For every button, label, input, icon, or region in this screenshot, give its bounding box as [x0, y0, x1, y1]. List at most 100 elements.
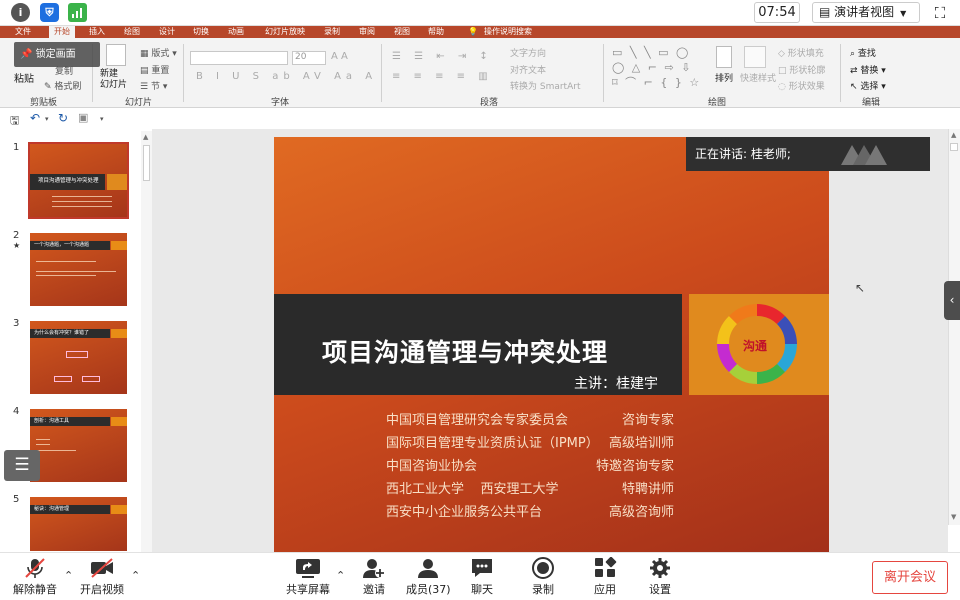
shape-outline-label: 形状轮廓: [789, 66, 826, 76]
font-name-field[interactable]: [190, 51, 288, 65]
select-icon: ↖: [850, 82, 861, 92]
shape-outline-button[interactable]: □ 形状轮廓: [778, 63, 825, 76]
scroll-thumb[interactable]: [950, 143, 958, 151]
menu-file[interactable]: 文件: [15, 26, 31, 38]
redo-icon[interactable]: ↻: [58, 111, 68, 125]
reset-icon: ▤: [140, 66, 152, 76]
lock-screen-button[interactable]: 📌 锁定画面: [14, 42, 100, 67]
undo-icon[interactable]: ↶: [30, 111, 40, 125]
font-size-field[interactable]: 20: [292, 51, 326, 65]
side-panel-toggle-icon[interactable]: ‹: [944, 281, 960, 320]
thumbnail-scrollbar[interactable]: ▲: [141, 131, 152, 552]
invite-button[interactable]: 邀请: [362, 557, 386, 597]
thumbnail-number: 3: [13, 318, 20, 329]
current-slide[interactable]: 项目沟通管理与冲突处理 主讲：桂建宇 沟通 中国项目管理研究会专家委员会 咨询专…: [274, 137, 829, 552]
arrange-button[interactable]: 排列: [715, 71, 733, 84]
menu-insert[interactable]: 插入: [89, 26, 105, 38]
record-button[interactable]: 录制: [531, 557, 555, 597]
new-slide-icon[interactable]: [106, 44, 126, 66]
align-text-button[interactable]: 对齐文本: [510, 63, 546, 76]
select-button[interactable]: ↖ 选择 ▾: [850, 79, 886, 92]
format-painter-button[interactable]: ✎ 格式刷: [44, 79, 81, 92]
scroll-down-arrow-icon[interactable]: ▼: [951, 513, 956, 521]
replace-button[interactable]: ⇄ 替换 ▾: [850, 63, 886, 76]
shape-effects-button[interactable]: ◌ 形状效果: [778, 79, 825, 92]
menu-record[interactable]: 录制: [324, 26, 340, 38]
credential-role: 咨询专家: [622, 413, 675, 428]
text-direction-button[interactable]: 文字方向: [510, 46, 546, 59]
font-grow-icon[interactable]: A A: [331, 51, 348, 62]
video-options-caret-icon[interactable]: ⌃: [131, 569, 140, 582]
menu-design[interactable]: 设计: [159, 26, 175, 38]
presenter-view-dropdown[interactable]: ▤ 演讲者视图 ▼: [812, 2, 920, 23]
slide-scrollbar[interactable]: ▲ ▼: [948, 129, 960, 525]
slide-thumbnail-4[interactable]: 剖析：沟通工具: [30, 409, 127, 482]
apps-button[interactable]: 应用: [593, 557, 617, 597]
menu-transitions[interactable]: 切换: [193, 26, 209, 38]
settings-button[interactable]: 设置: [648, 557, 672, 597]
list-icons[interactable]: ☰ ☰ ⇤ ⇥ ↕: [392, 51, 493, 62]
signal-strength-icon[interactable]: [68, 3, 87, 22]
credential-org: 西安中小企业服务公共平台: [386, 505, 543, 520]
members-button[interactable]: 成员(37): [406, 557, 451, 597]
menu-draw[interactable]: 绘图: [124, 26, 140, 38]
unmute-button[interactable]: 解除静音: [13, 557, 57, 597]
menu-review[interactable]: 审阅: [359, 26, 375, 38]
font-format-icons[interactable]: B I U S ab AV Aa A: [196, 71, 377, 82]
replace-icon: ⇄: [850, 66, 861, 76]
thumb-text-line: [36, 275, 96, 276]
slide-thumbnail-1[interactable]: 项目沟通管理与冲突处理: [28, 142, 129, 219]
start-video-button[interactable]: 开启视频: [80, 557, 124, 597]
thumb-diagram-box: [66, 351, 88, 358]
quick-styles-button[interactable]: 快速样式: [740, 71, 776, 84]
credential-role: 特邀咨询专家: [596, 459, 675, 474]
find-button[interactable]: ⌕ 查找: [850, 46, 876, 59]
paste-button[interactable]: 粘贴: [14, 70, 34, 85]
thumb-text-line: [36, 450, 76, 451]
customize-qat-icon[interactable]: ▾: [100, 115, 104, 123]
slide-thumbnail-2[interactable]: 一个沟通题，一个沟通题: [30, 233, 127, 306]
menu-view[interactable]: 视图: [394, 26, 410, 38]
leave-meeting-button[interactable]: 离开会议: [872, 561, 948, 594]
align-icons[interactable]: ≡ ≡ ≡ ≡ ▥: [392, 71, 493, 82]
arrange-icon[interactable]: [716, 46, 732, 68]
shape-fill-button[interactable]: ◇ 形状填充: [778, 46, 824, 59]
thumb-text-line: [36, 439, 50, 440]
start-slideshow-icon[interactable]: ▣: [78, 111, 88, 124]
chat-button[interactable]: 聊天: [470, 557, 494, 597]
camera-off-icon: [91, 558, 113, 578]
smartart-button[interactable]: 转换为 SmartArt: [510, 79, 580, 92]
info-icon[interactable]: i: [11, 3, 30, 22]
members-label: 成员(37): [406, 583, 451, 596]
audio-options-caret-icon[interactable]: ⌃: [64, 569, 73, 582]
shapes-gallery[interactable]: ▭ ╲ ╲ ▭ ◯ ◯ △ ⌐ ⇨ ⇩ ⌑ ⌒ ⌐ { } ☆: [612, 45, 701, 90]
share-options-caret-icon[interactable]: ⌃: [336, 569, 345, 582]
scroll-up-arrow-icon[interactable]: ▲: [951, 131, 956, 139]
members-icon: [418, 559, 439, 578]
tell-me-icon[interactable]: 💡: [468, 26, 478, 38]
slide-thumbnail-5[interactable]: 秘诀：沟通管理: [30, 497, 127, 551]
reset-button[interactable]: ▤ 重置: [140, 63, 169, 76]
quick-access-toolbar: 🖫 ↶ ▾ ↻ ▣ ▾: [0, 109, 150, 129]
fullscreen-icon[interactable]: ⛶: [930, 3, 950, 23]
menu-home[interactable]: 开始: [49, 26, 75, 38]
credential-org: 中国项目管理研究会专家委员会: [386, 413, 569, 428]
menu-search[interactable]: 操作说明搜索: [484, 26, 532, 38]
menu-help[interactable]: 帮助: [428, 26, 444, 38]
thumb-title: 项目沟通管理与冲突处理: [38, 178, 99, 184]
undo-dropdown-icon[interactable]: ▾: [45, 115, 49, 123]
scroll-thumb[interactable]: [143, 145, 150, 181]
share-screen-button[interactable]: 共享屏幕: [286, 557, 330, 597]
section-button[interactable]: ☰ 节 ▾: [140, 79, 167, 92]
slide-thumbnail-3[interactable]: 为什么会有冲突？谁错了: [30, 321, 127, 394]
scroll-up-arrow-icon[interactable]: ▲: [143, 133, 148, 141]
layout-button[interactable]: ▦ 版式 ▾: [140, 46, 177, 59]
security-shield-icon[interactable]: ⛨: [40, 3, 59, 22]
list-menu-icon[interactable]: ☰: [4, 450, 40, 481]
new-slide-button[interactable]: 新建 幻灯片: [100, 69, 127, 91]
menu-animations[interactable]: 动画: [228, 26, 244, 38]
menu-slideshow[interactable]: 幻灯片放映: [265, 26, 305, 38]
brush-icon: ✎: [44, 82, 55, 92]
pin-icon: 📌: [20, 49, 36, 60]
quick-styles-icon[interactable]: [744, 46, 766, 68]
